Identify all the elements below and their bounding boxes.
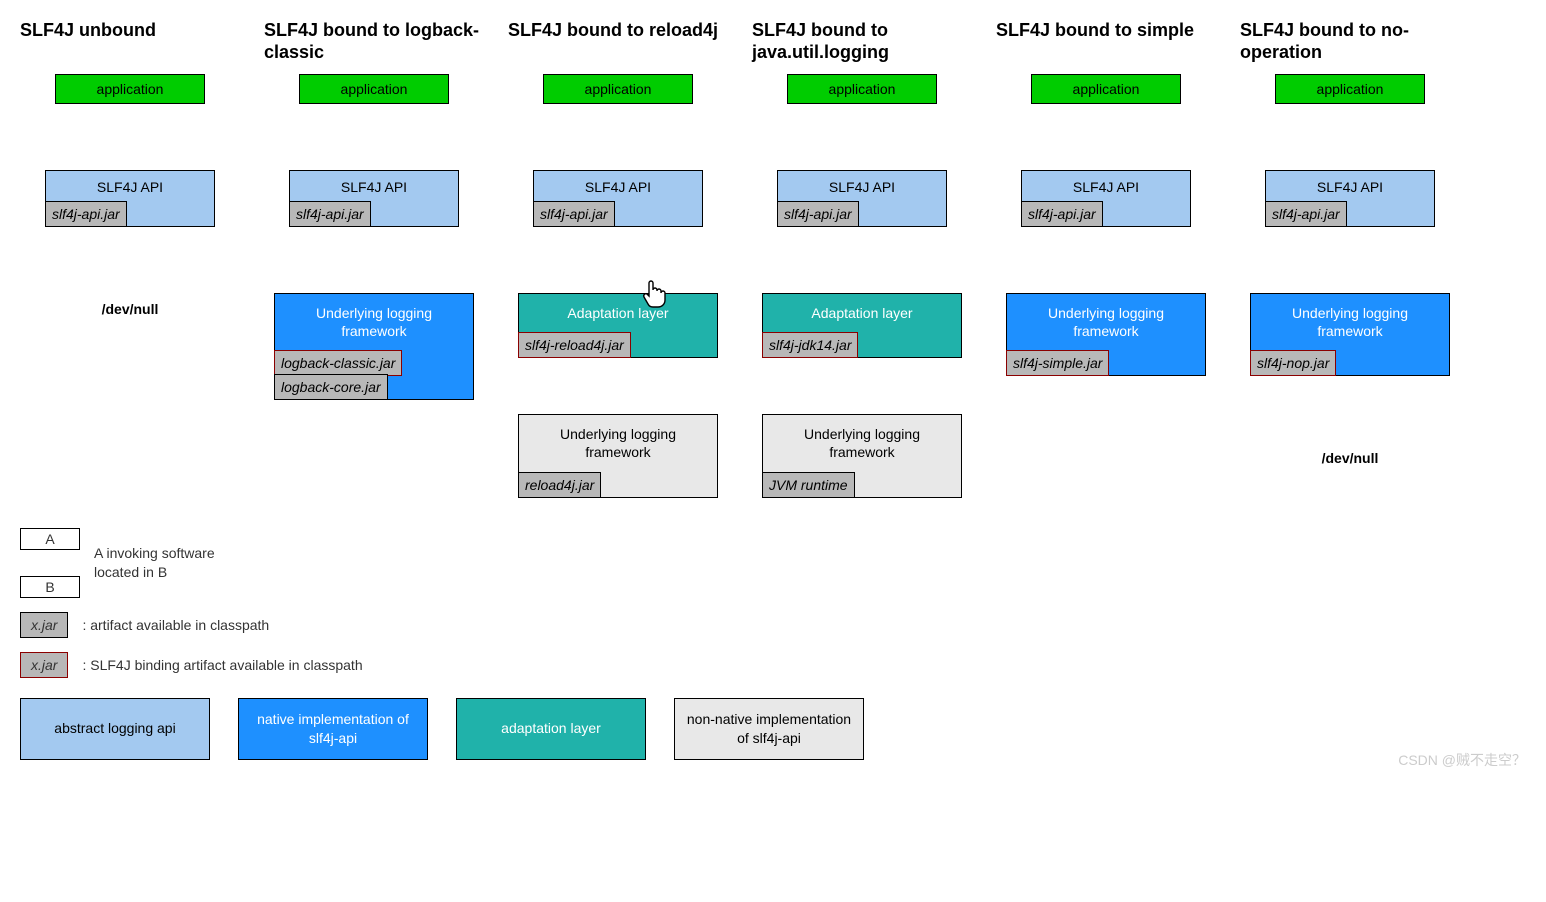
col-title: SLF4J bound to reload4j	[508, 20, 728, 64]
legend-swatches: abstract logging api native implementati…	[20, 698, 1526, 760]
legend-box-a: A	[20, 528, 80, 550]
col-unbound: SLF4J unbound application SLF4J API slf4…	[20, 20, 240, 317]
arrow-icon	[1106, 227, 1107, 293]
application-box: application	[55, 74, 205, 104]
framework-label: Underlying logging framework	[275, 304, 473, 348]
framework-jar: logback-classic.jar	[274, 350, 402, 376]
swatch-native-impl: native implementation of slf4j-api	[238, 698, 428, 760]
col-title: SLF4J bound to simple	[996, 20, 1216, 64]
arrow-icon	[862, 104, 863, 170]
slf4j-api-box: SLF4J API slf4j-api.jar	[1265, 170, 1435, 227]
swatch-abstract-api: abstract logging api	[20, 698, 210, 760]
arrow-icon	[1106, 104, 1107, 170]
framework-jar: JVM runtime	[762, 472, 855, 498]
adaptation-jar: slf4j-jdk14.jar	[762, 332, 858, 358]
arrow-icon	[862, 358, 863, 414]
slf4j-api-box: SLF4J API slf4j-api.jar	[533, 170, 703, 227]
slf4j-api-box: SLF4J API slf4j-api.jar	[289, 170, 459, 227]
legend-jar-plain-text: : artifact available in classpath	[82, 617, 269, 633]
api-label: SLF4J API	[46, 179, 214, 199]
swatch-non-native: non-native implementation of slf4j-api	[674, 698, 864, 760]
arrow-icon	[618, 104, 619, 170]
api-label: SLF4J API	[778, 179, 946, 199]
adaptation-box: Adaptation layer slf4j-jdk14.jar	[762, 293, 962, 358]
api-jar: slf4j-api.jar	[1265, 201, 1347, 227]
arrow-icon	[862, 227, 863, 293]
arrow-icon	[50, 550, 51, 576]
legend-jar-red: x.jar	[20, 652, 68, 678]
diagram-columns: SLF4J unbound application SLF4J API slf4…	[20, 20, 1526, 498]
api-label: SLF4J API	[534, 179, 702, 199]
arrow-icon	[374, 227, 375, 293]
legend-jar-red-row: x.jar : SLF4J binding artifact available…	[20, 652, 1526, 678]
framework-jar: slf4j-simple.jar	[1006, 350, 1109, 376]
api-jar: slf4j-api.jar	[777, 201, 859, 227]
arrow-icon	[374, 104, 375, 170]
application-box: application	[787, 74, 937, 104]
api-label: SLF4J API	[1266, 179, 1434, 199]
application-box: application	[1275, 74, 1425, 104]
adaptation-jar: slf4j-reload4j.jar	[518, 332, 631, 358]
swatch-adaptation: adaptation layer	[456, 698, 646, 760]
slf4j-api-box: SLF4J API slf4j-api.jar	[777, 170, 947, 227]
arrow-icon	[618, 227, 619, 293]
api-jar: slf4j-api.jar	[289, 201, 371, 227]
legend: A B A invoking software located in B x.j…	[20, 528, 1526, 760]
arrow-icon	[130, 104, 131, 170]
arrow-icon	[1350, 376, 1351, 442]
framework-box: Underlying logging framework slf4j-nop.j…	[1250, 293, 1450, 376]
legend-box-b: B	[20, 576, 80, 598]
underlying-framework-box: Underlying logging framework JVM runtime	[762, 414, 962, 497]
devnull-label: /dev/null	[102, 301, 159, 317]
arrow-icon	[1350, 227, 1351, 293]
adaptation-label: Adaptation layer	[519, 304, 717, 330]
api-jar: slf4j-api.jar	[1021, 201, 1103, 227]
framework-jar: reload4j.jar	[518, 472, 601, 498]
slf4j-api-box: SLF4J API slf4j-api.jar	[1021, 170, 1191, 227]
col-title: SLF4J bound to logback-classic	[264, 20, 484, 64]
legend-ab-text: A invoking software located in B	[94, 544, 234, 580]
legend-jar-plain: x.jar	[20, 612, 68, 638]
application-box: application	[299, 74, 449, 104]
api-jar: slf4j-api.jar	[45, 201, 127, 227]
legend-jar-red-text: : SLF4J binding artifact available in cl…	[82, 657, 362, 673]
col-reload4j: SLF4J bound to reload4j application SLF4…	[508, 20, 728, 498]
underlying-framework-box: Underlying logging framework reload4j.ja…	[518, 414, 718, 497]
framework-label: Underlying logging framework	[519, 425, 717, 469]
col-title: SLF4J unbound	[20, 20, 240, 64]
col-title: SLF4J bound to java.util.logging	[752, 20, 972, 64]
framework-jar: logback-core.jar	[274, 374, 388, 400]
application-box: application	[543, 74, 693, 104]
application-box: application	[1031, 74, 1181, 104]
framework-box: Underlying logging framework slf4j-simpl…	[1006, 293, 1206, 376]
legend-ab-row: A B A invoking software located in B	[20, 528, 1526, 598]
framework-jar: slf4j-nop.jar	[1250, 350, 1336, 376]
adaptation-label: Adaptation layer	[763, 304, 961, 330]
api-label: SLF4J API	[1022, 179, 1190, 199]
arrow-icon	[130, 227, 131, 293]
legend-jar-plain-row: x.jar : artifact available in classpath	[20, 612, 1526, 638]
legend-ab-diagram: A B	[20, 528, 80, 598]
arrow-icon	[618, 358, 619, 414]
api-jar: slf4j-api.jar	[533, 201, 615, 227]
col-simple: SLF4J bound to simple application SLF4J …	[996, 20, 1216, 376]
api-label: SLF4J API	[290, 179, 458, 199]
col-logback: SLF4J bound to logback-classic applicati…	[264, 20, 484, 400]
framework-label: Underlying logging framework	[1007, 304, 1205, 348]
slf4j-api-box: SLF4J API slf4j-api.jar	[45, 170, 215, 227]
framework-box: Underlying logging framework logback-cla…	[274, 293, 474, 400]
arrow-icon	[1350, 104, 1351, 170]
col-nop: SLF4J bound to no-operation application …	[1240, 20, 1460, 466]
framework-label: Underlying logging framework	[1251, 304, 1449, 348]
watermark: CSDN @贼不走空？	[1398, 750, 1526, 770]
col-jul: SLF4J bound to java.util.logging applica…	[752, 20, 972, 498]
adaptation-box: Adaptation layer slf4j-reload4j.jar	[518, 293, 718, 358]
framework-label: Underlying logging framework	[763, 425, 961, 469]
col-title: SLF4J bound to no-operation	[1240, 20, 1460, 64]
devnull-label: /dev/null	[1322, 450, 1379, 466]
